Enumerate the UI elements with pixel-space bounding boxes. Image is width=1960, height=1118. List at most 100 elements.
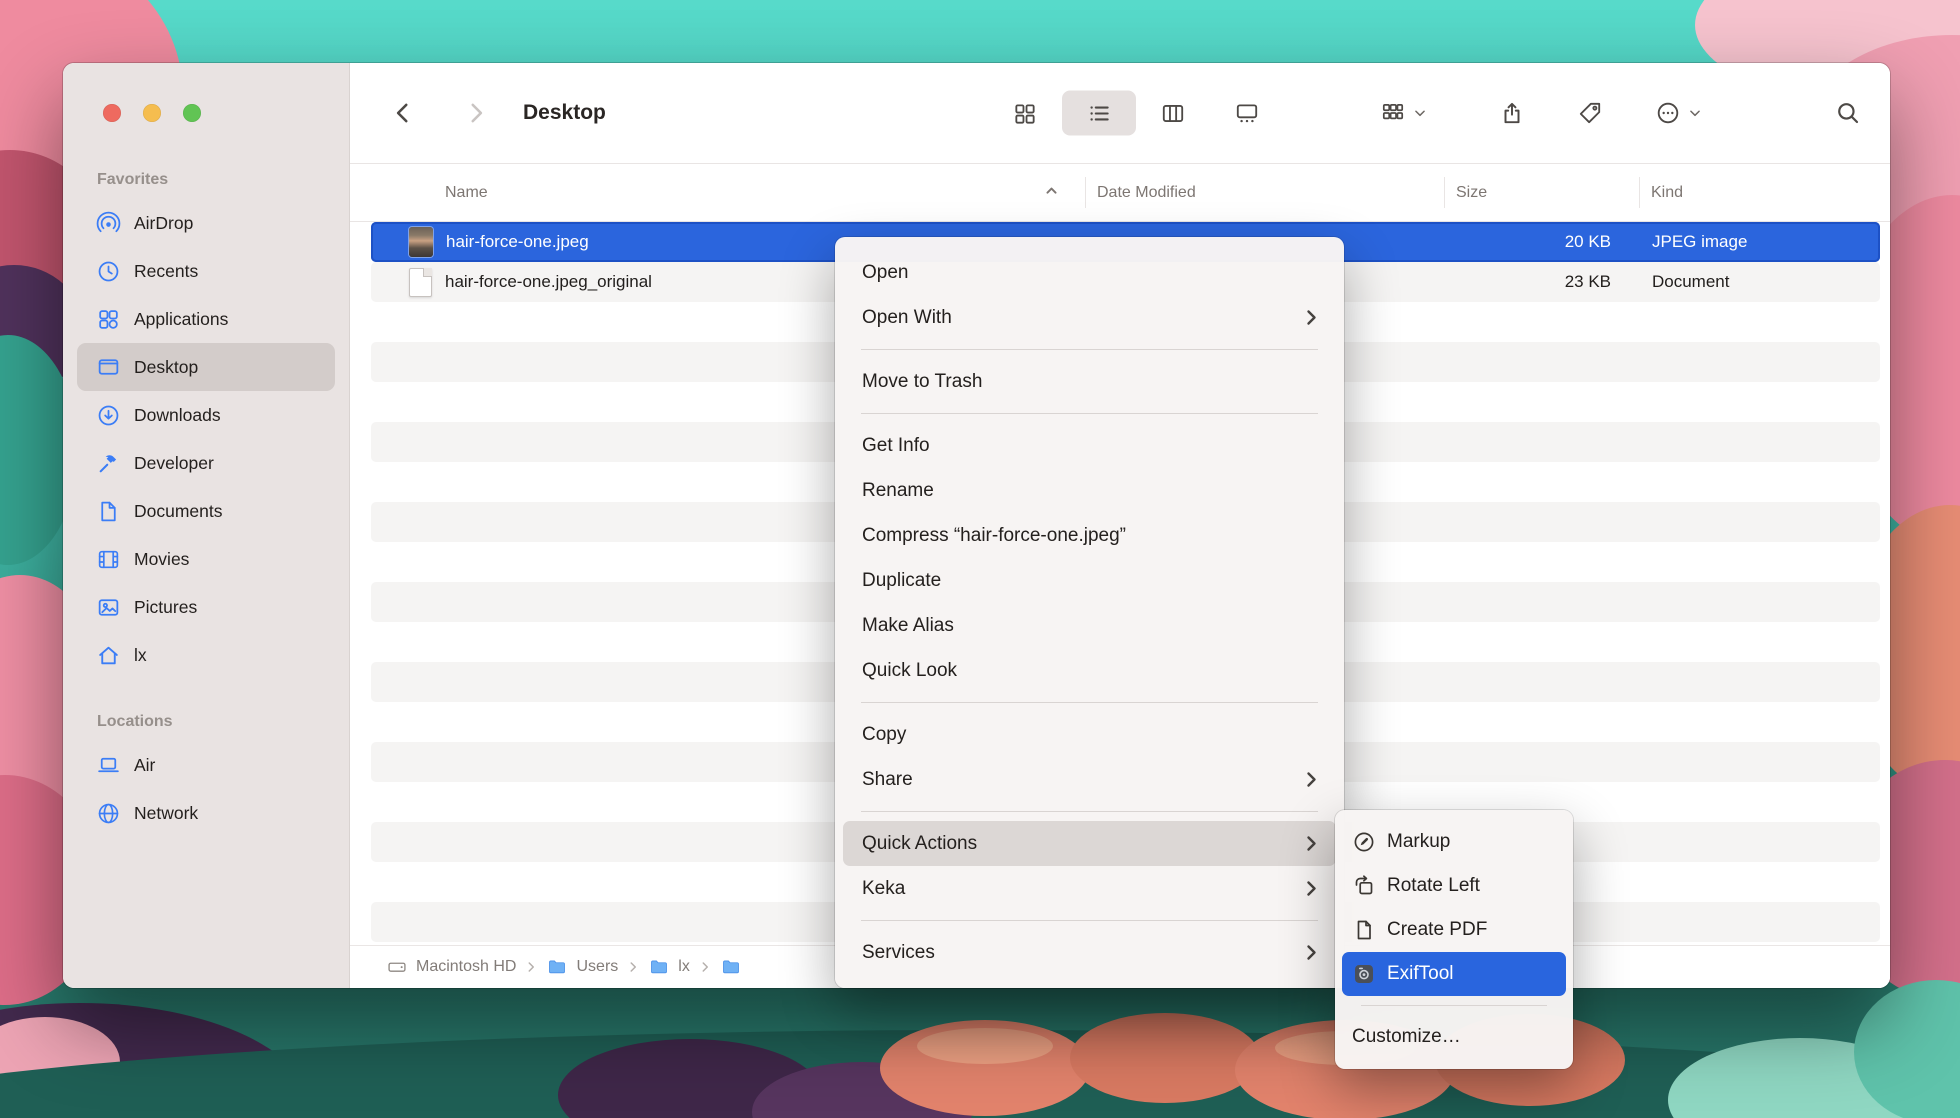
path-segment-macintosh-hd[interactable]: Macintosh HD [386, 957, 516, 977]
close-button[interactable] [103, 104, 121, 122]
sidebar-item-label: Recents [134, 261, 198, 282]
menu-item-label: Compress “hair-force-one.jpeg” [862, 525, 1318, 547]
icon-view-button[interactable] [988, 91, 1062, 136]
chevron-left-icon [390, 100, 416, 126]
column-header-date-modified[interactable]: Date Modified [1097, 184, 1196, 202]
column-divider [1085, 177, 1086, 208]
menu-separator [1361, 1005, 1547, 1006]
path-segment-label: Users [576, 958, 618, 976]
column-view-button[interactable] [1136, 91, 1210, 136]
sidebar-item-documents[interactable]: Documents [77, 487, 335, 535]
window-controls [103, 104, 201, 122]
column-header-size[interactable]: Size [1456, 184, 1487, 202]
document-file-icon [409, 268, 432, 297]
file-name: hair-force-one.jpeg_original [445, 272, 652, 292]
list-view-button[interactable] [1062, 91, 1136, 136]
share-icon [1499, 100, 1525, 126]
menu-item-label: Quick Actions [862, 833, 1306, 855]
exiftool-icon [1352, 962, 1376, 986]
sidebar-section-locations: LocationsAirNetwork [63, 713, 349, 837]
column-header-kind[interactable]: Kind [1651, 184, 1683, 202]
submenu-item-label: Rotate Left [1387, 875, 1556, 897]
gallery-view-icon [1234, 100, 1260, 126]
menu-separator [861, 920, 1318, 921]
menu-item-rename[interactable]: Rename [843, 468, 1336, 513]
sidebar-item-downloads[interactable]: Downloads [77, 391, 335, 439]
airdrop-icon [96, 211, 121, 236]
back-button[interactable] [390, 100, 416, 126]
sidebar-item-recents[interactable]: Recents [77, 247, 335, 295]
sidebar-item-airdrop[interactable]: AirDrop [77, 199, 335, 247]
submenu-item-label: Customize… [1352, 1026, 1556, 1048]
sort-ascending-icon [1044, 183, 1059, 203]
path-separator-icon [525, 961, 537, 973]
path-separator-icon [699, 961, 711, 973]
more-actions-button[interactable] [1655, 100, 1702, 126]
sidebar-item-developer[interactable]: Developer [77, 439, 335, 487]
path-segment-folder[interactable] [720, 957, 742, 977]
toolbar: Desktop [350, 63, 1890, 163]
submenu-item-label: Markup [1387, 831, 1556, 853]
document-icon [96, 499, 121, 524]
menu-item-share[interactable]: Share [843, 757, 1336, 802]
menu-item-duplicate[interactable]: Duplicate [843, 558, 1336, 603]
submenu-item-customize[interactable]: Customize… [1342, 1015, 1566, 1059]
sidebar-item-lx[interactable]: lx [77, 631, 335, 679]
sidebar-item-movies[interactable]: Movies [77, 535, 335, 583]
chevron-down-icon [1413, 106, 1427, 120]
menu-item-move-to-trash[interactable]: Move to Trash [843, 359, 1336, 404]
folder-icon [720, 957, 742, 977]
menu-item-label: Services [862, 942, 1306, 964]
sidebar-item-network[interactable]: Network [77, 789, 335, 837]
submenu-item-label: ExifTool [1387, 963, 1556, 985]
sidebar-item-pictures[interactable]: Pictures [77, 583, 335, 631]
menu-item-copy[interactable]: Copy [843, 712, 1336, 757]
tag-button[interactable] [1577, 100, 1603, 126]
sidebar-item-applications[interactable]: Applications [77, 295, 335, 343]
downloads-icon [96, 403, 121, 428]
menu-item-open-with[interactable]: Open With [843, 295, 1336, 340]
context-menu: OpenOpen With Move to Trash Get InfoRename… [835, 237, 1344, 988]
submenu-item-markup[interactable]: Markup [1342, 820, 1566, 864]
image-thumbnail-icon [409, 227, 433, 257]
submenu-chevron-icon [1306, 771, 1318, 788]
menu-item-compress-hair-force-one-jpeg[interactable]: Compress “hair-force-one.jpeg” [843, 513, 1336, 558]
menu-item-services[interactable]: Services [843, 930, 1336, 975]
menu-separator [861, 702, 1318, 703]
share-button[interactable] [1499, 100, 1525, 126]
submenu-item-rotate-left[interactable]: Rotate Left [1342, 864, 1566, 908]
sidebar-item-desktop[interactable]: Desktop [77, 343, 335, 391]
menu-item-get-info[interactable]: Get Info [843, 423, 1336, 468]
menu-item-make-alias[interactable]: Make Alias [843, 603, 1336, 648]
markup-icon [1352, 830, 1376, 854]
menu-item-label: Share [862, 769, 1306, 791]
submenu-item-exiftool[interactable]: ExifTool [1342, 952, 1566, 996]
sidebar-item-label: Downloads [134, 405, 221, 426]
column-header-name[interactable]: Name [445, 184, 488, 202]
tag-icon [1577, 100, 1603, 126]
sidebar-section-favorites: FavoritesAirDropRecentsApplicationsDeskt… [63, 171, 349, 679]
zoom-button[interactable] [183, 104, 201, 122]
path-segment-users[interactable]: Users [546, 957, 618, 977]
path-segment-lx[interactable]: lx [648, 957, 690, 977]
sidebar-item-label: Movies [134, 549, 189, 570]
menu-item-quick-look[interactable]: Quick Look [843, 648, 1336, 693]
rotate-left-icon [1352, 874, 1376, 898]
sidebar-item-label: lx [134, 645, 147, 666]
sidebar-section-title: Locations [63, 713, 349, 741]
submenu-item-create-pdf[interactable]: Create PDF [1342, 908, 1566, 952]
search-button[interactable] [1835, 100, 1861, 126]
search-icon [1835, 100, 1861, 126]
forward-button[interactable] [463, 100, 489, 126]
group-button[interactable] [1380, 100, 1427, 126]
gallery-view-button[interactable] [1210, 91, 1284, 136]
sidebar-item-label: Developer [134, 453, 214, 474]
globe-icon [96, 801, 121, 826]
minimize-button[interactable] [143, 104, 161, 122]
sidebar-item-air[interactable]: Air [77, 741, 335, 789]
submenu-chevron-icon [1306, 835, 1318, 852]
menu-item-open[interactable]: Open [843, 250, 1336, 295]
menu-item-quick-actions[interactable]: Quick Actions [843, 821, 1336, 866]
menu-item-keka[interactable]: Keka [843, 866, 1336, 911]
sidebar-item-label: Pictures [134, 597, 197, 618]
